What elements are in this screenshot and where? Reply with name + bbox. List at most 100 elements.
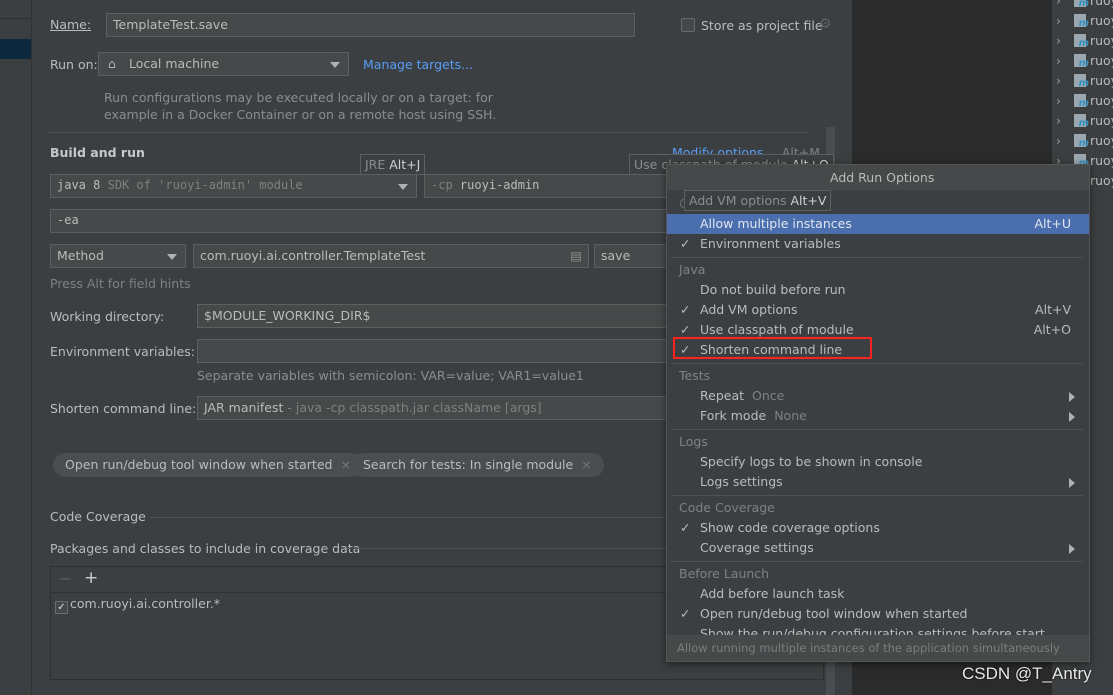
module-icon: m	[1074, 134, 1089, 149]
check-icon: ✓	[680, 520, 691, 535]
menu-item-label: Add VM options	[700, 302, 798, 317]
chevron-right-icon[interactable]: ›	[1056, 13, 1074, 28]
add-run-options-popup: Add Run Options CAllow multiple instance…	[666, 164, 1090, 662]
test-class-value: com.ruoyi.ai.controller.TemplateTest	[200, 248, 426, 263]
menu-item[interactable]: Specify logs to be shown in console	[667, 452, 1089, 472]
menu-item-label: Specify logs to be shown in console	[700, 454, 923, 469]
coverage-item[interactable]: ✓ com.ruoyi.ai.controller.*	[55, 596, 220, 614]
sidebar-selected-item[interactable]	[0, 39, 31, 59]
menu-item[interactable]: Repeat Once	[667, 386, 1089, 406]
menu-item[interactable]: Allow multiple instances Alt+U	[667, 214, 1089, 234]
chip-search-for-tests[interactable]: Search for tests: In single module ×	[351, 453, 604, 477]
submenu-arrow-icon	[1069, 412, 1075, 422]
menu-item-label: Use classpath of module	[700, 322, 854, 337]
chip-open-run-debug[interactable]: Open run/debug tool window when started ×	[53, 453, 363, 477]
chevron-down-icon	[330, 62, 340, 68]
chevron-right-icon[interactable]: ›	[1056, 113, 1074, 128]
run-on-value: Local machine	[129, 56, 220, 71]
tree-item[interactable]: ›mruoyi	[1056, 133, 1113, 153]
menu-separator	[671, 257, 1083, 258]
tree-item-label: ruoyi	[1090, 93, 1113, 108]
highlight-box	[673, 337, 872, 359]
chevron-right-icon[interactable]: ›	[1056, 73, 1074, 88]
run-on-help-line-1: Run configurations may be executed local…	[104, 90, 493, 105]
module-icon: m	[1074, 54, 1089, 69]
menu-item-label: Show code coverage options	[700, 520, 880, 535]
tree-item[interactable]: ›mruoyi	[1056, 13, 1113, 33]
popup-title: Add Run Options	[667, 165, 1089, 190]
menu-item[interactable]: Fork mode None	[667, 406, 1089, 426]
home-icon: ⌂	[108, 56, 116, 71]
test-kind-value: Method	[57, 248, 104, 263]
menu-item-label: Coverage settings	[700, 540, 814, 555]
menu-item[interactable]: ✓ Environment variables	[667, 234, 1089, 254]
browse-icon[interactable]: ▤	[570, 248, 582, 263]
vm-options-input[interactable]: -ea	[50, 209, 680, 233]
divider	[150, 517, 680, 518]
chevron-right-icon[interactable]: ›	[1056, 133, 1074, 148]
gear-icon[interactable]: ⚙	[819, 16, 832, 32]
menu-item[interactable]: ✓ Open run/debug tool window when started	[667, 604, 1089, 624]
close-icon[interactable]: ×	[340, 457, 350, 472]
close-icon[interactable]: ×	[581, 457, 591, 472]
tree-item[interactable]: ›mruoyi	[1056, 73, 1113, 93]
menu-item[interactable]: Coverage settings	[667, 538, 1089, 558]
module-icon: m	[1074, 94, 1089, 109]
module-icon: m	[1074, 34, 1089, 49]
menu-item[interactable]: Add before launch task	[667, 584, 1089, 604]
menu-group-label: Before Launch	[679, 566, 770, 581]
chevron-right-icon[interactable]: ›	[1056, 33, 1074, 48]
chevron-right-icon[interactable]: ›	[1056, 0, 1074, 8]
tree-item[interactable]: ›mruoyi	[1056, 93, 1113, 113]
menu-item[interactable]: ✓ Show code coverage options	[667, 518, 1089, 538]
tree-item-label: ruoyi	[1090, 73, 1113, 88]
remove-icon[interactable]: −	[59, 569, 72, 588]
popup-footer: Allow running multiple instances of the …	[667, 635, 1089, 661]
add-icon[interactable]: +	[84, 568, 98, 588]
shorten-value: JAR manifest	[204, 400, 284, 415]
shorten-select[interactable]: JAR manifest - java -cp classpath.jar cl…	[197, 396, 677, 420]
run-on-select[interactable]: ⌂ Local machine	[98, 52, 349, 76]
submenu-arrow-icon	[1069, 544, 1075, 554]
module-icon: m	[1074, 0, 1089, 9]
menu-item[interactable]: ✓ Add VM options Alt+V	[667, 300, 1089, 320]
chevron-down-icon	[167, 254, 177, 260]
test-class-input[interactable]: com.ruoyi.ai.controller.TemplateTest ▤	[193, 244, 589, 268]
tree-item-label: ruoyi	[1090, 153, 1113, 168]
submenu-arrow-icon	[1069, 478, 1075, 488]
name-input[interactable]: TemplateTest.save	[106, 13, 635, 37]
tree-item[interactable]: ›mruoyi	[1056, 33, 1113, 53]
env-help: Separate variables with semicolon: VAR=v…	[197, 368, 584, 383]
module-icon: m	[1074, 74, 1089, 89]
menu-item[interactable]: Logs settings	[667, 472, 1089, 492]
run-on-help: Run configurations may be executed local…	[104, 89, 496, 123]
store-as-project-label[interactable]: Store as project file	[701, 18, 823, 33]
tree-item[interactable]: ›mruoyi	[1056, 113, 1113, 133]
jre-description: SDK of 'ruoyi-admin' module	[107, 178, 303, 192]
test-kind-select[interactable]: Method	[50, 244, 186, 268]
shorten-description: - java -cp classpath.jar className [args…	[283, 400, 542, 415]
chevron-right-icon[interactable]: ›	[1056, 53, 1074, 68]
menu-separator	[671, 429, 1083, 430]
submenu-arrow-icon	[1069, 392, 1075, 402]
build-and-run-heading: Build and run	[50, 145, 145, 160]
tree-item-label: ruoyi	[1090, 33, 1113, 48]
jre-select[interactable]: java 8 SDK of 'ruoyi-admin' module	[50, 174, 417, 198]
tree-item-label: ruoyi	[1090, 53, 1113, 68]
menu-item-label: Do not build before run	[700, 282, 846, 297]
chip-label: Search for tests: In single module	[363, 457, 574, 472]
check-icon: ✓	[680, 606, 691, 621]
working-dir-input[interactable]: $MODULE_WORKING_DIR$	[197, 304, 677, 328]
checkbox-checked-icon[interactable]: ✓	[55, 601, 68, 614]
tree-item[interactable]: ›mruoyi	[1056, 0, 1113, 13]
classpath-select[interactable]: -cp ruoyi-admin	[424, 174, 674, 198]
manage-targets-link[interactable]: Manage targets...	[363, 57, 473, 72]
tree-item[interactable]: ›mruoyi	[1056, 53, 1113, 73]
env-input[interactable]	[197, 339, 677, 363]
menu-item-shortcut: Alt+O	[1033, 322, 1071, 337]
menu-item-shortcut: Alt+U	[1034, 216, 1071, 231]
chevron-right-icon[interactable]: ›	[1056, 93, 1074, 108]
menu-item[interactable]: Do not build before run	[667, 280, 1089, 300]
store-as-project-checkbox[interactable]	[681, 18, 695, 32]
menu-item-value: Once	[752, 388, 785, 403]
